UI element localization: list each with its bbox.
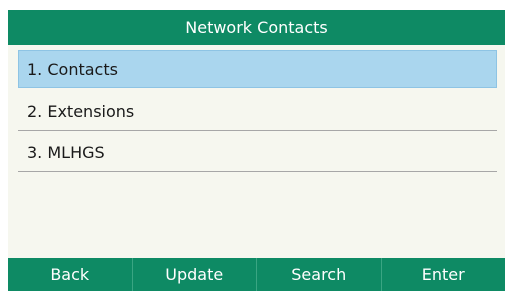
menu-item-label: 3. MLHGS: [27, 143, 105, 162]
update-button[interactable]: Update: [133, 258, 257, 291]
menu-item-label: 1. Contacts: [27, 59, 118, 79]
menu-list: 1. Contacts 2. Extensions 3. MLHGS: [8, 45, 505, 258]
back-button[interactable]: Back: [8, 258, 133, 291]
phone-screen: Network Contacts 1. Contacts 2. Extensio…: [0, 0, 513, 291]
menu-item-label: 2. Extensions: [27, 102, 135, 121]
menu-item-extensions[interactable]: 2. Extensions: [18, 93, 497, 131]
menu-item-contacts[interactable]: 1. Contacts: [18, 50, 497, 88]
softkey-bar: Back Update Search Enter: [8, 258, 505, 291]
search-button[interactable]: Search: [257, 258, 382, 291]
menu-item-mlhgs[interactable]: 3. MLHGS: [18, 134, 497, 172]
page-title-bar: Network Contacts: [8, 10, 505, 45]
enter-button[interactable]: Enter: [382, 258, 506, 291]
page-title: Network Contacts: [185, 18, 328, 37]
